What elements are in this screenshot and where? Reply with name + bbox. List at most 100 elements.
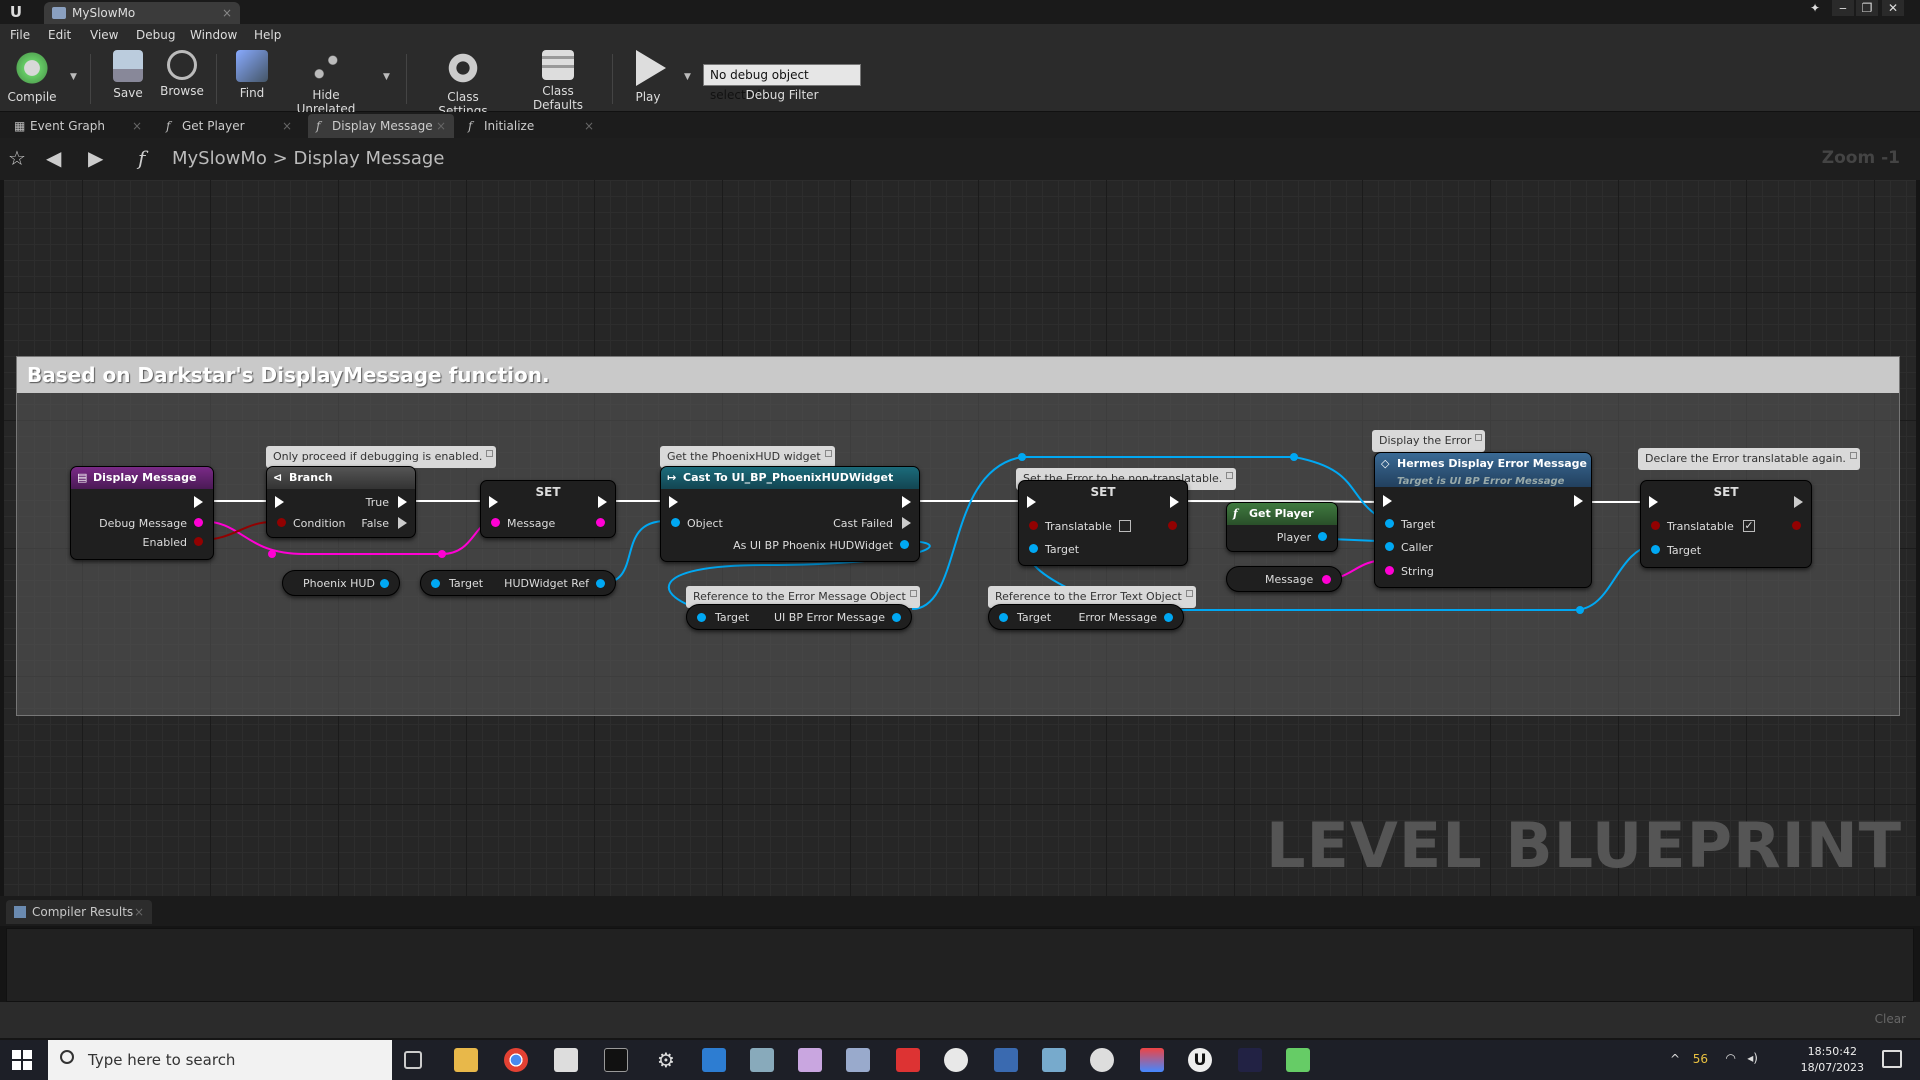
comment-bubble[interactable]: Only proceed if debugging is enabled.: [266, 446, 497, 468]
exec-in-pin[interactable]: [275, 496, 284, 508]
play-options-arrow[interactable]: ▼: [684, 72, 691, 82]
condition-pin[interactable]: [277, 518, 286, 527]
comment-bubble[interactable]: Declare the Error translatable again.: [1638, 448, 1860, 470]
exec-in-pin[interactable]: [1649, 496, 1658, 508]
phoenix-hud-out-pin[interactable]: [380, 579, 389, 588]
caller-pin[interactable]: [1385, 542, 1394, 551]
menu-help[interactable]: Help: [254, 28, 281, 42]
app-icon[interactable]: [994, 1048, 1018, 1072]
network-icon[interactable]: ◠: [1726, 1051, 1736, 1065]
class-settings-button[interactable]: Class Settings: [422, 50, 504, 118]
exec-out-pin[interactable]: [902, 496, 911, 508]
volume-icon[interactable]: ◂): [1747, 1051, 1758, 1065]
menu-view[interactable]: View: [90, 28, 118, 42]
document-tab[interactable]: MySlowMo ×: [44, 2, 240, 24]
target-pin[interactable]: [431, 579, 440, 588]
menu-window[interactable]: Window: [190, 28, 237, 42]
app-icon[interactable]: [1042, 1048, 1066, 1072]
translatable-checkbox[interactable]: [1119, 520, 1131, 532]
star-icon[interactable]: ☆: [8, 146, 26, 170]
message-out-pin[interactable]: [1322, 575, 1331, 584]
display-message-entry-node[interactable]: ▤ Display Message Debug Message Enabled: [70, 466, 214, 560]
minimize-button[interactable]: ‒: [1832, 0, 1854, 16]
temperature-readout[interactable]: 56: [1693, 1052, 1708, 1066]
close-icon[interactable]: ×: [134, 900, 144, 924]
terminal-icon[interactable]: [604, 1048, 628, 1072]
debug-message-pin[interactable]: [194, 518, 203, 527]
branch-node[interactable]: ⊲ Branch Condition True False: [266, 466, 416, 538]
app-icon[interactable]: [702, 1048, 726, 1072]
wire-reroute-knot[interactable]: [438, 550, 446, 558]
tab-event-graph[interactable]: ▦ Event Graph ×: [6, 114, 150, 138]
clock[interactable]: 18:50:42 18/07/2023: [1801, 1044, 1864, 1076]
hud-widget-ref-node[interactable]: Target HUDWidget Ref: [420, 570, 616, 596]
target-pin[interactable]: [1385, 519, 1394, 528]
app-icon[interactable]: [750, 1048, 774, 1072]
set-translatable-true-node[interactable]: SET Translatable ✓ Target: [1640, 480, 1812, 568]
app-icon[interactable]: [896, 1048, 920, 1072]
hide-unrelated-options-arrow[interactable]: ▼: [383, 72, 390, 82]
message-out-pin[interactable]: [596, 518, 605, 527]
close-icon[interactable]: ×: [436, 114, 446, 138]
save-button[interactable]: Save: [108, 50, 148, 108]
class-defaults-button[interactable]: Class Defaults: [516, 50, 600, 112]
close-icon[interactable]: ×: [282, 114, 292, 138]
cast-failed-exec-pin[interactable]: [902, 517, 911, 529]
compile-button[interactable]: Compile: [6, 50, 58, 108]
exec-in-pin[interactable]: [489, 496, 498, 508]
enabled-pin[interactable]: [194, 537, 203, 546]
play-button[interactable]: Play: [624, 50, 672, 108]
notification-icon[interactable]: [1882, 1050, 1902, 1068]
tray-chevron-up-icon[interactable]: ^: [1670, 1052, 1680, 1066]
false-exec-pin[interactable]: [398, 517, 407, 529]
graph-canvas[interactable]: Based on Darkstar's DisplayMessage funct…: [4, 180, 1916, 896]
tab-initialize[interactable]: f Initialize ×: [460, 114, 602, 138]
error-message-object-node[interactable]: Target UI BP Error Message: [686, 604, 912, 630]
comment-bubble[interactable]: Get the PhoenixHUD widget: [660, 446, 835, 468]
close-icon[interactable]: ×: [584, 114, 594, 138]
hide-unrelated-button[interactable]: Hide Unrelated: [284, 50, 368, 116]
restore-button[interactable]: ❐: [1856, 0, 1878, 16]
clear-button[interactable]: Clear: [1875, 1012, 1906, 1026]
message-in-pin[interactable]: [491, 518, 500, 527]
hermes-display-error-node[interactable]: ◇ Hermes Display Error Message Target is U…: [1374, 452, 1592, 588]
tab-get-player[interactable]: f Get Player ×: [158, 114, 300, 138]
forward-arrow-icon[interactable]: ▶: [88, 146, 103, 170]
taskbar-search-box[interactable]: Type here to search: [48, 1040, 392, 1080]
wire-reroute-knot[interactable]: [1290, 453, 1298, 461]
app-icon[interactable]: [846, 1048, 870, 1072]
translatable-out-pin[interactable]: [1792, 521, 1801, 530]
error-message-out-pin[interactable]: [892, 613, 901, 622]
exec-out-pin[interactable]: [1794, 496, 1803, 508]
notepad-icon[interactable]: [554, 1048, 578, 1072]
target-pin[interactable]: [1029, 544, 1038, 553]
browse-button[interactable]: Browse: [158, 50, 206, 108]
set-message-node[interactable]: SET Message: [480, 480, 616, 538]
file-explorer-icon[interactable]: [454, 1048, 478, 1072]
app-icon[interactable]: [1140, 1048, 1164, 1072]
phoenix-hud-variable-node[interactable]: Phoenix HUD: [282, 570, 400, 596]
breadcrumb-root[interactable]: MySlowMo: [172, 148, 267, 169]
app-icon[interactable]: [1238, 1048, 1262, 1072]
back-arrow-icon[interactable]: ◀: [46, 146, 61, 170]
target-pin[interactable]: [999, 613, 1008, 622]
set-translatable-false-node[interactable]: SET Translatable Target: [1018, 480, 1188, 566]
menu-file[interactable]: File: [10, 28, 30, 42]
chrome-icon[interactable]: [504, 1048, 528, 1072]
app-icon[interactable]: [1286, 1048, 1310, 1072]
hud-widget-ref-out-pin[interactable]: [596, 579, 605, 588]
error-text-out-pin[interactable]: [1164, 613, 1173, 622]
translatable-checkbox-checked[interactable]: ✓: [1743, 520, 1755, 532]
exec-out-pin[interactable]: [1170, 496, 1179, 508]
compile-options-arrow[interactable]: ▼: [70, 72, 77, 82]
string-pin[interactable]: [1385, 566, 1394, 575]
target-pin[interactable]: [697, 613, 706, 622]
settings-gear-icon[interactable]: ⚙: [654, 1048, 678, 1072]
close-tab-icon[interactable]: ×: [222, 2, 232, 24]
task-view-icon[interactable]: [404, 1051, 422, 1069]
app-icon[interactable]: [944, 1048, 968, 1072]
app-icon[interactable]: [1090, 1048, 1114, 1072]
exec-out-pin[interactable]: [194, 496, 203, 508]
target-pin[interactable]: [1651, 545, 1660, 554]
wire-reroute-knot[interactable]: [1018, 453, 1026, 461]
